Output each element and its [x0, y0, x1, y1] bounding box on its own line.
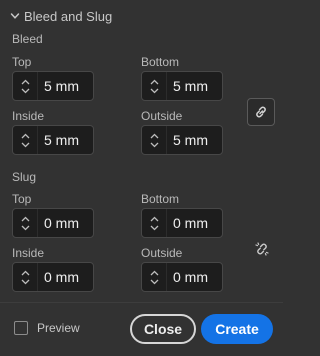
- bleed-top-stepper[interactable]: 5 mm: [12, 71, 94, 101]
- bleed-link-button[interactable]: [247, 98, 275, 126]
- slug-bottom-label: Bottom: [141, 192, 180, 206]
- bleed-outside-label: Outside: [141, 109, 183, 123]
- chevron-down-icon: [10, 13, 20, 19]
- slug-top-stepper[interactable]: 0 mm: [12, 208, 94, 238]
- bleed-inside-input[interactable]: 5 mm: [37, 126, 93, 154]
- bleed-bottom-stepper[interactable]: 5 mm: [141, 71, 223, 101]
- section-header-bleed-and-slug[interactable]: Bleed and Slug: [10, 7, 112, 25]
- slug-outside-label: Outside: [141, 246, 183, 260]
- chevron-down-icon[interactable]: [21, 142, 30, 148]
- chevron-up-icon[interactable]: [150, 133, 159, 139]
- footer-divider: [0, 302, 283, 303]
- slug-outside-input[interactable]: 0 mm: [166, 263, 222, 291]
- stepper-arrows[interactable]: [13, 126, 37, 154]
- stepper-arrows[interactable]: [13, 209, 37, 237]
- stepper-arrows[interactable]: [142, 209, 166, 237]
- chevron-up-icon[interactable]: [21, 270, 30, 276]
- stepper-arrows[interactable]: [142, 72, 166, 100]
- bleed-inside-stepper[interactable]: 5 mm: [12, 125, 94, 155]
- chevron-up-icon[interactable]: [150, 270, 159, 276]
- close-button[interactable]: Close: [130, 314, 196, 344]
- link-icon: [256, 106, 266, 118]
- stepper-arrows[interactable]: [13, 263, 37, 291]
- chevron-down-icon[interactable]: [150, 88, 159, 94]
- section-title: Bleed and Slug: [24, 8, 113, 24]
- slug-outside-stepper[interactable]: 0 mm: [141, 262, 223, 292]
- bleed-group-label: Bleed: [12, 32, 43, 46]
- preview-label[interactable]: Preview: [37, 321, 80, 335]
- bleed-bottom-input[interactable]: 5 mm: [166, 72, 222, 100]
- bleed-top-label: Top: [12, 55, 32, 69]
- bleed-top-input[interactable]: 5 mm: [37, 72, 93, 100]
- unlink-icon: [255, 242, 269, 256]
- stepper-arrows[interactable]: [142, 263, 166, 291]
- bleed-inside-label: Inside: [12, 109, 45, 123]
- slug-inside-stepper[interactable]: 0 mm: [12, 262, 94, 292]
- chevron-up-icon[interactable]: [150, 79, 159, 85]
- bleed-outside-stepper[interactable]: 5 mm: [141, 125, 223, 155]
- chevron-down-icon[interactable]: [21, 225, 30, 231]
- slug-top-input[interactable]: 0 mm: [37, 209, 93, 237]
- preview-checkbox[interactable]: [14, 321, 28, 335]
- chevron-up-icon[interactable]: [21, 216, 30, 222]
- chevron-down-icon[interactable]: [21, 279, 30, 285]
- chevron-down-icon[interactable]: [21, 88, 30, 94]
- slug-inside-input[interactable]: 0 mm: [37, 263, 93, 291]
- bleed-bottom-label: Bottom: [141, 55, 180, 69]
- chevron-up-icon[interactable]: [150, 216, 159, 222]
- stepper-arrows[interactable]: [142, 126, 166, 154]
- create-button[interactable]: Create: [201, 314, 273, 344]
- bleed-outside-input[interactable]: 5 mm: [166, 126, 222, 154]
- slug-bottom-stepper[interactable]: 0 mm: [141, 208, 223, 238]
- slug-group-label: Slug: [12, 170, 37, 184]
- chevron-up-icon[interactable]: [21, 133, 30, 139]
- slug-bottom-input[interactable]: 0 mm: [166, 209, 222, 237]
- chevron-up-icon[interactable]: [21, 79, 30, 85]
- slug-inside-label: Inside: [12, 246, 45, 260]
- slug-top-label: Top: [12, 192, 32, 206]
- chevron-down-icon[interactable]: [150, 279, 159, 285]
- chevron-down-icon[interactable]: [150, 142, 159, 148]
- stepper-arrows[interactable]: [13, 72, 37, 100]
- chevron-down-icon[interactable]: [150, 225, 159, 231]
- slug-link-button[interactable]: [253, 240, 271, 258]
